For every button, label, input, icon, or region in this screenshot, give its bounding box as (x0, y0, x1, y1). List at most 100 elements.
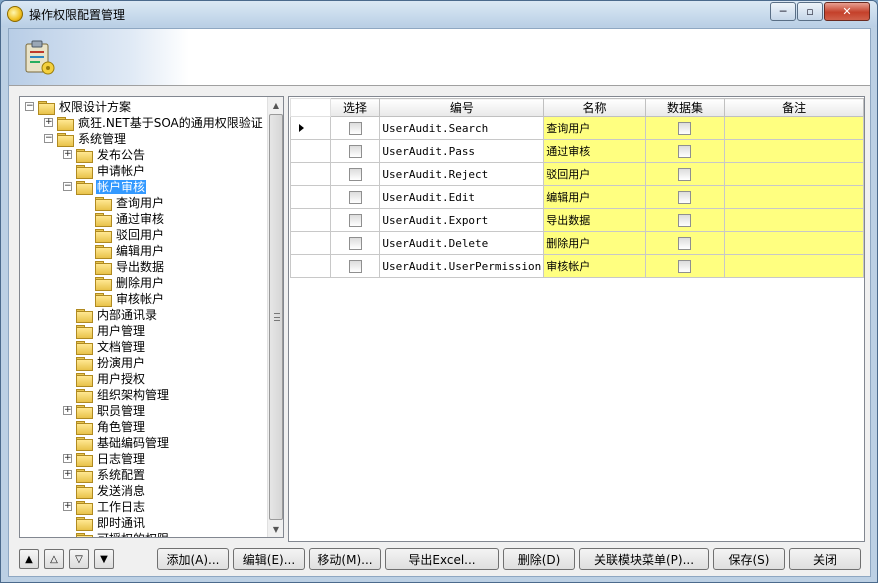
tree-node[interactable]: 导出数据 (95, 259, 165, 275)
dataset-cell[interactable] (644, 231, 726, 255)
code-cell[interactable]: UserAudit.Search (379, 116, 545, 140)
tree-node[interactable]: 疯狂.NET基于SOA的通用权限验证 (57, 115, 264, 131)
row-header[interactable] (290, 254, 331, 278)
name-cell[interactable]: 审核帐户 (543, 254, 646, 278)
maximize-button[interactable]: ▫ (797, 2, 823, 21)
select-checkbox-cell[interactable] (329, 231, 381, 255)
name-cell[interactable]: 删除用户 (543, 231, 646, 255)
select-checkbox-cell[interactable] (329, 116, 381, 140)
dataset-checkbox[interactable] (678, 236, 692, 250)
code-cell[interactable]: UserAudit.Pass (379, 139, 545, 163)
tree-node[interactable]: 申请帐户 (76, 163, 146, 179)
tree-node[interactable]: 编辑用户 (95, 243, 165, 259)
select-checkbox[interactable] (348, 121, 362, 135)
select-checkbox[interactable] (348, 190, 362, 204)
tree-node[interactable]: 用户管理 (76, 323, 146, 339)
close-button[interactable]: 关闭 (789, 548, 861, 570)
select-checkbox-cell[interactable] (329, 254, 381, 278)
tree-node[interactable]: 删除用户 (95, 275, 165, 291)
tree-node[interactable]: 驳回用户 (95, 227, 165, 243)
expand-icon[interactable]: + (63, 502, 72, 511)
move-up-button[interactable]: △ (44, 549, 64, 569)
table-row[interactable]: UserAudit.Export 导出数据 (290, 208, 864, 232)
tree-node[interactable]: 工作日志 (76, 499, 146, 515)
tree-node[interactable]: 角色管理 (76, 419, 146, 435)
dataset-checkbox[interactable] (678, 144, 692, 158)
row-header[interactable] (290, 116, 331, 140)
dataset-checkbox[interactable] (678, 121, 692, 135)
column-header-dataset[interactable]: 数据集 (644, 98, 726, 117)
tree-node[interactable]: 日志管理 (76, 451, 146, 467)
expand-icon[interactable]: + (63, 470, 72, 479)
dataset-checkbox[interactable] (678, 167, 692, 181)
row-header[interactable] (290, 208, 331, 232)
tree-node[interactable]: 帐户审核 (76, 179, 147, 195)
table-row[interactable]: UserAudit.UserPermission 审核帐户 (290, 254, 864, 278)
remark-cell[interactable] (724, 162, 864, 186)
edit-button[interactable]: 编辑(E)... (233, 548, 305, 570)
tree-node[interactable]: 发送消息 (76, 483, 146, 499)
table-row[interactable]: UserAudit.Delete 删除用户 (290, 231, 864, 255)
title-bar[interactable]: 操作权限配置管理 ─ ▫ ✕ (1, 1, 877, 27)
select-checkbox-cell[interactable] (329, 162, 381, 186)
expand-icon[interactable]: + (44, 118, 53, 127)
expand-icon[interactable]: + (63, 150, 72, 159)
remark-cell[interactable] (724, 208, 864, 232)
remark-cell[interactable] (724, 231, 864, 255)
select-checkbox[interactable] (348, 236, 362, 250)
code-cell[interactable]: UserAudit.UserPermission (379, 254, 545, 278)
tree-node[interactable]: 查询用户 (95, 195, 165, 211)
remark-cell[interactable] (724, 254, 864, 278)
select-checkbox[interactable] (348, 259, 362, 273)
name-cell[interactable]: 驳回用户 (543, 162, 646, 186)
move-top-button[interactable]: ▲ (19, 549, 39, 569)
tree-node[interactable]: 通过审核 (95, 211, 165, 227)
expand-icon[interactable]: + (63, 406, 72, 415)
row-header[interactable] (290, 139, 331, 163)
tree-node[interactable]: 即时通讯 (76, 515, 146, 531)
table-row[interactable]: UserAudit.Reject 驳回用户 (290, 162, 864, 186)
export-excel-button[interactable]: 导出Excel... (385, 548, 499, 570)
tree-node[interactable]: 系统管理 (57, 131, 127, 147)
permission-tree[interactable]: − 权限设计方案 + 疯狂.NET基于SOA的通用权限验证 − 系统管理 + 发布公告 申请帐户… (19, 96, 284, 538)
table-row[interactable]: UserAudit.Search 查询用户 (290, 116, 864, 140)
tree-node[interactable]: 审核帐户 (95, 291, 165, 307)
minimize-button[interactable]: ─ (770, 2, 796, 21)
tree-node[interactable]: 内部通讯录 (76, 307, 158, 323)
code-cell[interactable]: UserAudit.Export (379, 208, 545, 232)
dataset-cell[interactable] (644, 254, 726, 278)
tree-vertical-scrollbar[interactable]: ▲ ▼ (267, 97, 283, 537)
dataset-cell[interactable] (644, 162, 726, 186)
name-cell[interactable]: 编辑用户 (543, 185, 646, 209)
column-header-select[interactable]: 选择 (329, 98, 381, 117)
select-checkbox[interactable] (348, 213, 362, 227)
tree-node[interactable]: 用户授权 (76, 371, 146, 387)
collapse-icon[interactable]: − (25, 102, 34, 111)
add-button[interactable]: 添加(A)... (157, 548, 229, 570)
name-cell[interactable]: 查询用户 (543, 116, 646, 140)
code-cell[interactable]: UserAudit.Edit (379, 185, 545, 209)
dataset-checkbox[interactable] (678, 190, 692, 204)
scroll-thumb[interactable] (269, 114, 283, 520)
code-cell[interactable]: UserAudit.Delete (379, 231, 545, 255)
tree-node[interactable]: 组织架构管理 (76, 387, 170, 403)
row-header[interactable] (290, 162, 331, 186)
tree-node[interactable]: 职员管理 (76, 403, 146, 419)
scroll-up-icon[interactable]: ▲ (268, 97, 283, 113)
column-header-remark[interactable]: 备注 (724, 98, 864, 117)
dataset-checkbox[interactable] (678, 259, 692, 273)
save-button[interactable]: 保存(S) (713, 548, 785, 570)
name-cell[interactable]: 导出数据 (543, 208, 646, 232)
remark-cell[interactable] (724, 116, 864, 140)
row-header[interactable] (290, 185, 331, 209)
scroll-down-icon[interactable]: ▼ (268, 521, 283, 537)
select-checkbox-cell[interactable] (329, 185, 381, 209)
select-checkbox-cell[interactable] (329, 139, 381, 163)
collapse-icon[interactable]: − (63, 182, 72, 191)
tree-node[interactable]: 文档管理 (76, 339, 146, 355)
close-window-button[interactable]: ✕ (824, 2, 870, 21)
name-cell[interactable]: 通过审核 (543, 139, 646, 163)
select-checkbox[interactable] (348, 144, 362, 158)
tree-node[interactable]: 系统配置 (76, 467, 146, 483)
move-down-button[interactable]: ▽ (69, 549, 89, 569)
